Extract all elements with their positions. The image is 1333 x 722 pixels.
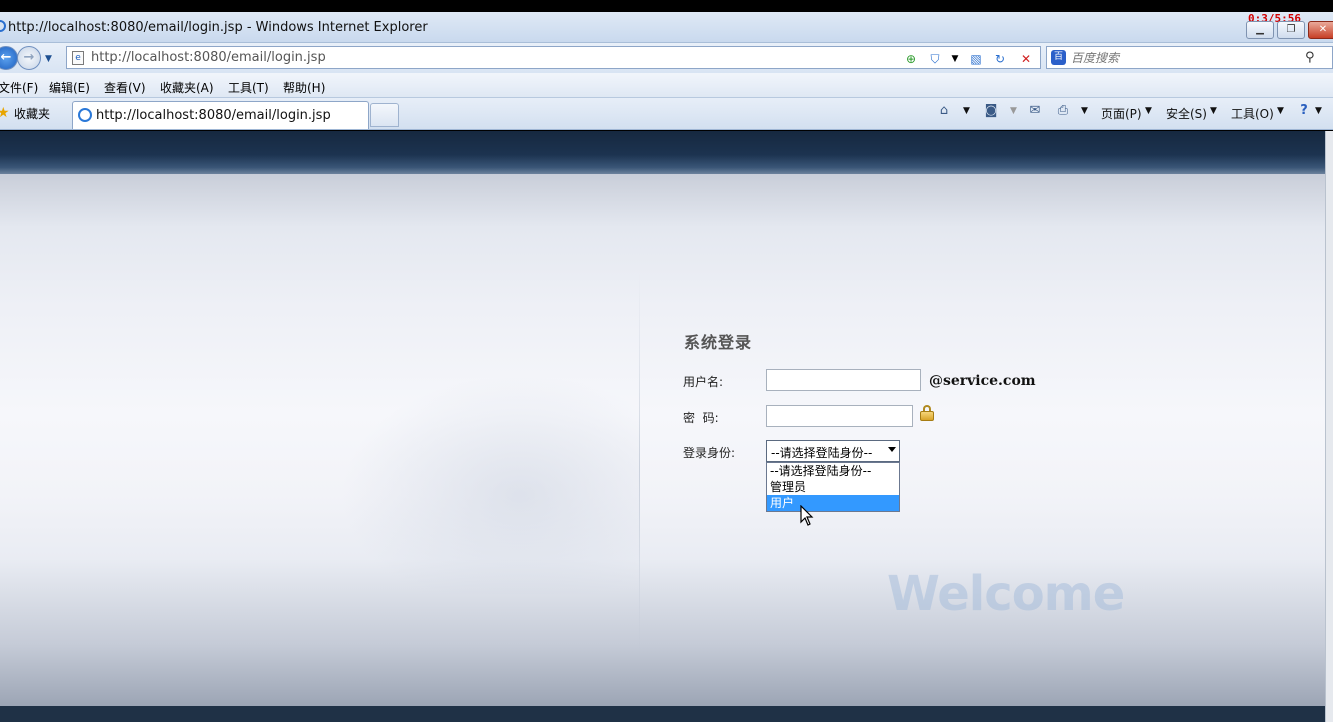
search-field[interactable]: 百 ⚲	[1046, 46, 1333, 69]
role-dropdown-list: --请选择登陆身份-- 管理员 用户	[766, 462, 900, 512]
ie-page-icon	[78, 108, 92, 122]
print-dropdown-icon[interactable]: ▼	[1081, 106, 1088, 116]
shield-dropdown-icon[interactable]: ▼	[947, 51, 963, 67]
tab-bar: ★ 收藏夹 http://localhost:8080/email/login.…	[0, 98, 1333, 130]
email-domain-suffix: @service.com	[929, 373, 1036, 389]
back-button[interactable]: ←	[0, 46, 18, 70]
password-label: 密 码:	[683, 411, 719, 425]
menu-tools[interactable]: 工具(T)	[228, 79, 269, 96]
addon-icon[interactable]: ⊕	[903, 51, 919, 67]
tools-menu[interactable]: 工具(O)	[1231, 105, 1274, 122]
maximize-button[interactable]: ❐	[1277, 21, 1305, 39]
safety-dropdown-icon[interactable]: ▼	[1210, 106, 1217, 116]
feeds-icon[interactable]: ◙	[983, 103, 999, 119]
screen-top-strip	[0, 0, 1333, 12]
menu-view[interactable]: 查看(V)	[104, 79, 146, 96]
page-header-band	[0, 131, 1325, 174]
help-dropdown-icon[interactable]: ▼	[1315, 106, 1322, 116]
login-title: 系统登录	[684, 333, 753, 352]
chevron-down-icon	[888, 447, 896, 452]
background-mist	[340, 374, 640, 594]
page-footer-band	[0, 706, 1325, 722]
page-icon: e	[72, 51, 84, 65]
password-input[interactable]	[766, 405, 913, 427]
menu-favorites[interactable]: 收藏夹(A)	[160, 79, 214, 96]
baidu-icon: 百	[1051, 50, 1066, 65]
minimize-button[interactable]: ▁	[1246, 21, 1274, 39]
close-window-button[interactable]: ✕	[1308, 21, 1333, 39]
role-select[interactable]: --请选择登陆身份--	[766, 440, 900, 462]
recent-pages-dropdown[interactable]: ▼	[45, 54, 52, 64]
username-label: 用户名:	[683, 375, 724, 389]
page-menu[interactable]: 页面(P)	[1101, 105, 1142, 122]
new-tab-button[interactable]	[370, 103, 399, 127]
menu-help[interactable]: 帮助(H)	[283, 79, 325, 96]
tab-title: http://localhost:8080/email/login.jsp	[96, 108, 331, 123]
window-title: http://localhost:8080/email/login.jsp - …	[8, 20, 428, 35]
tools-dropdown-icon[interactable]: ▼	[1277, 106, 1284, 116]
home-dropdown-icon[interactable]: ▼	[963, 106, 970, 116]
refresh-icon[interactable]: ↻	[992, 51, 1008, 67]
maximize-icon: ❐	[1286, 24, 1296, 35]
role-option-placeholder[interactable]: --请选择登陆身份--	[767, 463, 899, 479]
print-icon[interactable]: ⎙	[1055, 103, 1071, 119]
menu-file[interactable]: 文件(F)	[0, 79, 38, 96]
role-select-value: --请选择登陆身份--	[771, 446, 873, 460]
page-viewport: 系统登录 用户名: @service.com 密 码: 登录身份: --请选择登…	[0, 131, 1325, 722]
page-dropdown-icon[interactable]: ▼	[1145, 106, 1152, 116]
title-bar: http://localhost:8080/email/login.jsp - …	[0, 12, 1333, 43]
lock-icon	[920, 405, 934, 421]
shield-icon[interactable]: ⛉	[927, 51, 943, 67]
mail-icon[interactable]: ✉	[1027, 103, 1043, 119]
username-input[interactable]	[766, 369, 921, 391]
home-icon[interactable]: ⌂	[936, 103, 952, 119]
menu-bar: 文件(F) 编辑(E) 查看(V) 收藏夹(A) 工具(T) 帮助(H)	[0, 73, 1333, 98]
forward-button[interactable]: →	[17, 46, 41, 70]
address-field[interactable]: e ⊕ ⛉ ▼ ▧ ↻ ✕	[66, 46, 1041, 69]
stop-icon[interactable]: ✕	[1018, 51, 1034, 67]
feeds-dropdown-icon[interactable]: ▼	[1010, 106, 1017, 116]
safety-menu[interactable]: 安全(S)	[1166, 105, 1207, 122]
address-toolbar: ← → ▼ e ⊕ ⛉ ▼ ▧ ↻ ✕ 百 ⚲	[0, 43, 1333, 73]
browser-window: http://localhost:8080/email/login.jsp - …	[0, 0, 1333, 722]
menu-edit[interactable]: 编辑(E)	[49, 79, 90, 96]
welcome-watermark: Welcome	[887, 566, 1125, 622]
url-input[interactable]	[91, 49, 791, 66]
search-input[interactable]	[1071, 50, 1291, 66]
vertical-scrollbar[interactable]	[1325, 131, 1333, 722]
role-option-admin[interactable]: 管理员	[767, 479, 899, 495]
role-option-user[interactable]: 用户	[767, 495, 899, 511]
back-arrow-icon: ←	[0, 50, 12, 65]
ie-logo-icon	[0, 20, 6, 32]
help-icon[interactable]: ?	[1296, 103, 1312, 119]
tab-login[interactable]: http://localhost:8080/email/login.jsp	[72, 101, 369, 129]
forward-arrow-icon: →	[23, 50, 35, 65]
favorites-button[interactable]: 收藏夹	[14, 105, 50, 122]
vertical-divider	[639, 274, 640, 664]
favorites-star-icon[interactable]: ★	[0, 105, 10, 121]
close-icon: ✕	[1318, 24, 1328, 35]
role-label: 登录身份:	[683, 446, 736, 460]
compatibility-view-icon[interactable]: ▧	[968, 51, 984, 67]
search-icon[interactable]: ⚲	[1305, 50, 1315, 65]
page-body	[0, 174, 1325, 709]
minimize-icon: ▁	[1256, 24, 1264, 35]
